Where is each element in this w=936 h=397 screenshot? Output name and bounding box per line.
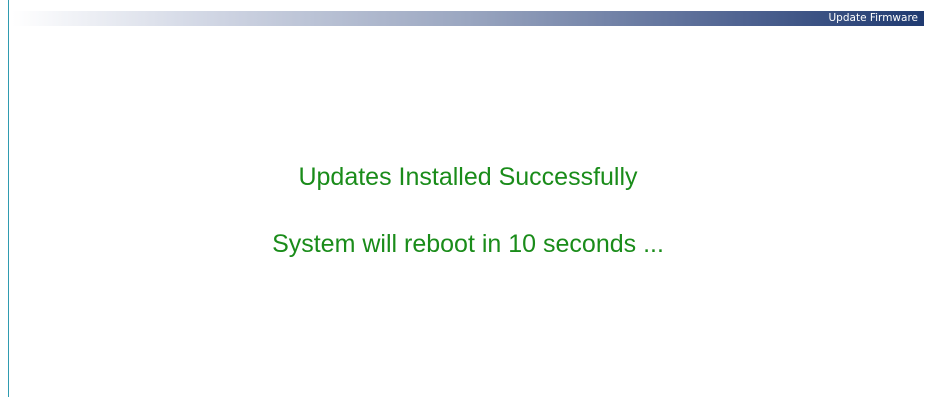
- header-bar: Update Firmware: [12, 11, 924, 26]
- reboot-countdown-message: System will reboot in 10 seconds ...: [272, 230, 664, 258]
- left-border-line: [8, 0, 9, 397]
- success-message: Updates Installed Successfully: [298, 163, 638, 191]
- firmware-update-page: Update Firmware Updates Installed Succes…: [0, 0, 936, 397]
- page-title: Update Firmware: [828, 12, 919, 24]
